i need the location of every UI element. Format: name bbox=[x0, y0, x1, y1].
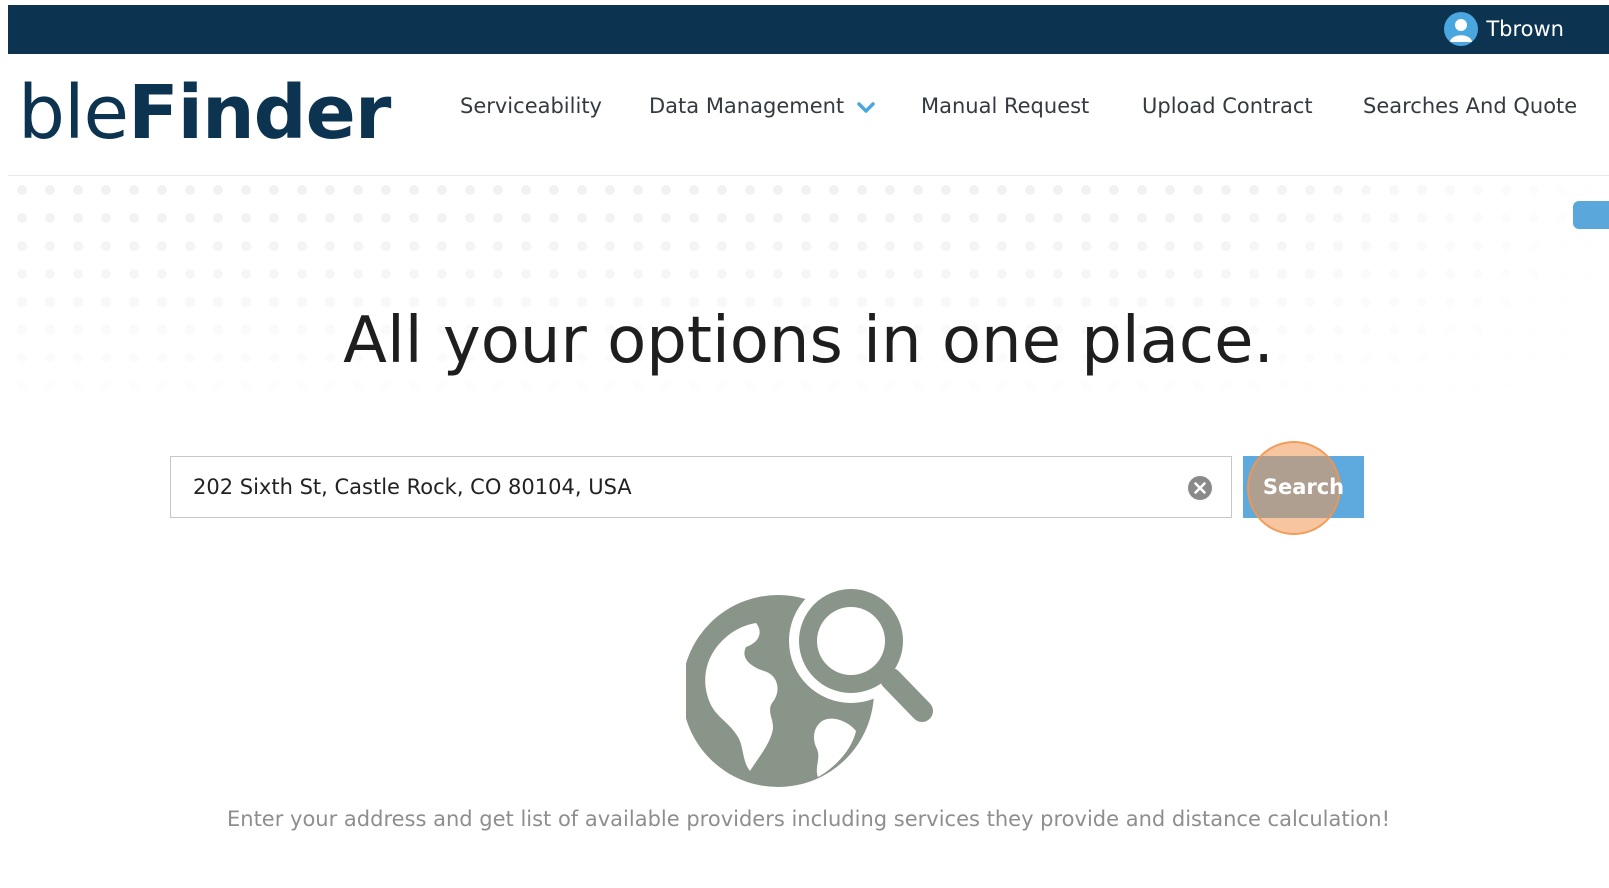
clear-input-icon[interactable] bbox=[1187, 475, 1213, 501]
top-bar: Tbrown bbox=[8, 5, 1609, 54]
nav-data-management[interactable]: Data Management bbox=[649, 94, 875, 119]
nav-upload-contract-label: Upload Contract bbox=[1142, 94, 1313, 118]
nav-serviceability[interactable]: Serviceability bbox=[460, 94, 602, 118]
logo-light-text: ble bbox=[18, 70, 129, 156]
nav-data-management-label: Data Management bbox=[649, 94, 845, 118]
hero-headline: All your options in one place. bbox=[343, 304, 1274, 378]
nav-manual-request-label: Manual Request bbox=[921, 94, 1090, 118]
hero-tagline: Enter your address and get list of avail… bbox=[226, 807, 1391, 831]
globe-search-icon bbox=[686, 579, 933, 787]
search-button[interactable]: Search bbox=[1243, 456, 1364, 518]
main-navbar: bleFinder Serviceability Data Management… bbox=[8, 54, 1609, 176]
hero-section: All your options in one place. Search bbox=[8, 176, 1609, 888]
dot-pattern-background bbox=[8, 176, 1609, 416]
user-menu[interactable]: Tbrown bbox=[1444, 11, 1564, 47]
side-tab-button[interactable] bbox=[1573, 201, 1609, 229]
nav-searches-and-quotes-label: Searches And Quote bbox=[1363, 94, 1578, 118]
search-button-label: Search bbox=[1262, 475, 1345, 499]
nav-manual-request[interactable]: Manual Request bbox=[921, 94, 1089, 118]
username: Tbrown bbox=[1486, 17, 1564, 41]
logo-bold-text: Finder bbox=[128, 70, 391, 156]
page: Tbrown bleFinder Serviceability Data Man… bbox=[0, 0, 1609, 888]
chevron-down-icon bbox=[857, 95, 875, 119]
address-search-box bbox=[170, 456, 1232, 518]
user-avatar-icon bbox=[1444, 12, 1479, 46]
logo[interactable]: bleFinder bbox=[18, 70, 391, 156]
nav-upload-contract[interactable]: Upload Contract bbox=[1142, 94, 1313, 118]
nav-searches-and-quotes[interactable]: Searches And Quote bbox=[1363, 94, 1577, 118]
nav-serviceability-label: Serviceability bbox=[460, 94, 602, 118]
address-search-input[interactable] bbox=[171, 457, 1171, 517]
